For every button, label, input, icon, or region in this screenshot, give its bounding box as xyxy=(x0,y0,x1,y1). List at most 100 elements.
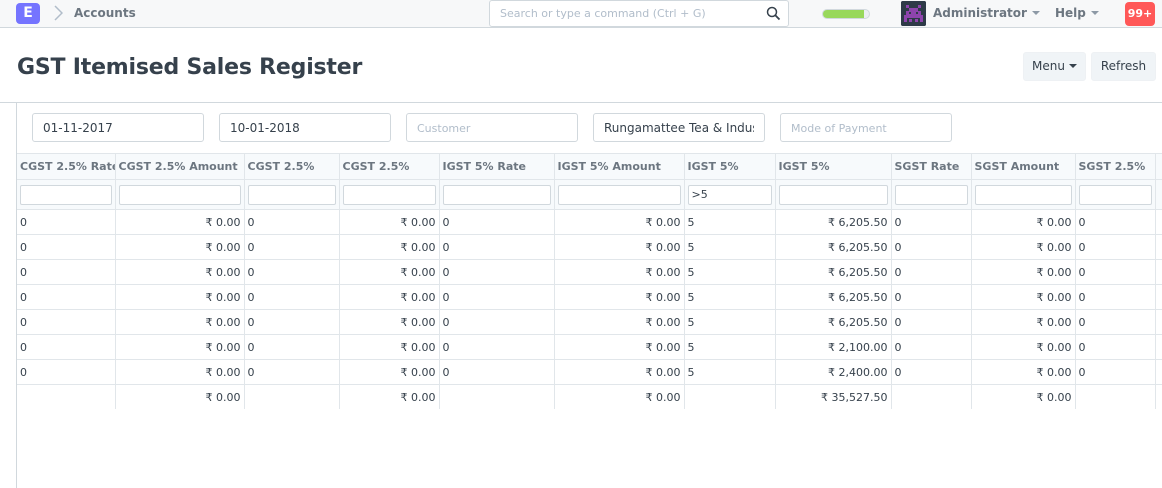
table-cell[interactable]: ₹ 0.00 xyxy=(114,384,245,409)
app-logo[interactable]: E xyxy=(16,3,40,24)
column-header[interactable]: CGST 2.5% xyxy=(338,153,440,180)
table-cell[interactable]: ₹ 6,205.50 xyxy=(774,284,892,310)
table-cell[interactable]: ₹ 0.00 xyxy=(553,359,685,385)
table-cell[interactable]: 0 xyxy=(243,334,340,360)
table-cell[interactable]: 0 xyxy=(1074,209,1156,235)
table-cell[interactable]: ₹ 6,205.50 xyxy=(774,209,892,235)
table-cell[interactable]: ₹ 6,205.50 xyxy=(774,234,892,260)
table-cell[interactable]: ₹ 2,400.00 xyxy=(774,359,892,385)
table-cell[interactable]: ₹ 0.00 xyxy=(338,234,440,260)
table-cell[interactable]: 0 xyxy=(890,259,972,285)
table-cell[interactable]: ₹ 0.00 xyxy=(338,309,440,335)
refresh-button[interactable]: Refresh xyxy=(1091,52,1156,81)
table-cell[interactable]: 5 xyxy=(683,334,776,360)
table-cell[interactable]: 0 xyxy=(243,359,340,385)
table-cell[interactable]: 0 xyxy=(243,259,340,285)
table-cell[interactable]: 0 xyxy=(17,284,116,310)
to-date-filter[interactable] xyxy=(219,113,391,142)
column-filter-input[interactable] xyxy=(894,184,968,205)
table-cell[interactable]: 0 xyxy=(243,309,340,335)
table-cell[interactable]: 0 xyxy=(890,334,972,360)
menu-button[interactable]: Menu xyxy=(1023,52,1086,81)
table-cell[interactable]: 0 xyxy=(17,259,116,285)
from-date-filter[interactable] xyxy=(32,113,204,142)
column-filter-input[interactable] xyxy=(1078,184,1152,205)
table-cell[interactable]: ₹ 0.00 xyxy=(338,384,440,409)
table-cell[interactable]: 5 xyxy=(683,209,776,235)
table-cell[interactable]: 5 xyxy=(683,234,776,260)
table-cell[interactable] xyxy=(243,384,340,409)
table-cell[interactable]: ₹ 0.00 xyxy=(114,234,245,260)
table-cell[interactable]: 0 xyxy=(243,234,340,260)
column-header[interactable]: IGST 5% xyxy=(774,153,892,180)
table-cell[interactable]: ₹ 0.00 xyxy=(970,384,1076,409)
table-cell[interactable]: 5 xyxy=(683,309,776,335)
table-cell[interactable]: 0 xyxy=(1074,359,1156,385)
table-cell[interactable] xyxy=(683,384,776,409)
table-cell[interactable]: 0 xyxy=(17,209,116,235)
table-cell[interactable]: 0 xyxy=(438,284,555,310)
table-cell[interactable]: ₹ 0.00 xyxy=(114,359,245,385)
table-cell[interactable]: 5 xyxy=(683,259,776,285)
table-cell[interactable]: ₹ 0.00 xyxy=(114,284,245,310)
column-header[interactable]: IGST 5% Rate xyxy=(438,153,555,180)
mode-of-payment-filter[interactable] xyxy=(780,113,952,142)
table-cell[interactable]: ₹ 0.00 xyxy=(553,259,685,285)
table-cell[interactable]: 0 xyxy=(438,259,555,285)
column-filter-input[interactable] xyxy=(20,184,112,205)
table-cell[interactable]: 0 xyxy=(17,334,116,360)
table-cell[interactable]: 0 xyxy=(438,359,555,385)
column-filter-input[interactable] xyxy=(118,184,241,205)
column-header[interactable]: IGST 5% Amount xyxy=(553,153,685,180)
table-cell[interactable]: 0 xyxy=(438,209,555,235)
table-cell[interactable]: 0 xyxy=(243,209,340,235)
table-cell[interactable]: 0 xyxy=(243,284,340,310)
column-header[interactable]: IGST 5% xyxy=(683,153,776,180)
table-cell[interactable]: 0 xyxy=(17,309,116,335)
table-cell[interactable]: ₹ 0.00 xyxy=(553,284,685,310)
table-cell[interactable]: 0 xyxy=(890,209,972,235)
table-cell[interactable]: 0 xyxy=(1074,234,1156,260)
table-cell[interactable] xyxy=(1074,384,1156,409)
table-cell[interactable]: ₹ 0.00 xyxy=(338,359,440,385)
table-cell[interactable]: 0 xyxy=(438,309,555,335)
table-cell[interactable]: ₹ 0.00 xyxy=(970,359,1076,385)
table-cell[interactable]: ₹ 0.00 xyxy=(970,259,1076,285)
user-avatar[interactable] xyxy=(901,1,926,26)
column-filter-input[interactable] xyxy=(442,184,551,205)
table-cell[interactable]: 0 xyxy=(438,334,555,360)
column-header[interactable]: CGST 2.5% xyxy=(243,153,340,180)
column-header[interactable]: CGST 2.5% Rate xyxy=(17,153,116,180)
table-cell[interactable]: ₹ 0.00 xyxy=(114,334,245,360)
column-filter-input[interactable] xyxy=(687,184,772,205)
customer-filter[interactable] xyxy=(406,113,578,142)
user-menu-dropdown[interactable]: Administrator xyxy=(933,6,1040,20)
table-cell[interactable]: ₹ 0.00 xyxy=(553,334,685,360)
table-cell[interactable]: 0 xyxy=(17,359,116,385)
table-cell[interactable]: 0 xyxy=(1074,259,1156,285)
table-cell[interactable]: ₹ 6,205.50 xyxy=(774,259,892,285)
column-filter-input[interactable] xyxy=(778,184,888,205)
breadcrumb-accounts[interactable]: Accounts xyxy=(74,6,136,20)
table-cell[interactable]: 0 xyxy=(1074,334,1156,360)
table-cell[interactable] xyxy=(890,384,972,409)
table-cell[interactable]: 0 xyxy=(890,309,972,335)
table-cell[interactable]: 0 xyxy=(890,359,972,385)
column-header[interactable]: SGST Amount xyxy=(970,153,1076,180)
table-cell[interactable]: ₹ 0.00 xyxy=(553,309,685,335)
table-cell[interactable]: 5 xyxy=(683,284,776,310)
table-cell[interactable]: ₹ 0.00 xyxy=(114,209,245,235)
table-cell[interactable] xyxy=(438,384,555,409)
column-filter-input[interactable] xyxy=(974,184,1072,205)
column-filter-input[interactable] xyxy=(557,184,681,205)
company-filter[interactable] xyxy=(593,113,765,142)
table-cell[interactable]: ₹ 2,100.00 xyxy=(774,334,892,360)
table-cell[interactable]: ₹ 0.00 xyxy=(970,334,1076,360)
table-cell[interactable]: 0 xyxy=(1074,309,1156,335)
notifications-badge[interactable]: 99+ xyxy=(1125,2,1155,26)
table-cell[interactable]: ₹ 0.00 xyxy=(970,234,1076,260)
table-cell[interactable]: ₹ 6,205.50 xyxy=(774,309,892,335)
table-cell[interactable]: ₹ 0.00 xyxy=(970,309,1076,335)
column-header[interactable]: SGST 2.5% xyxy=(1074,153,1156,180)
table-cell[interactable]: ₹ 0.00 xyxy=(338,259,440,285)
